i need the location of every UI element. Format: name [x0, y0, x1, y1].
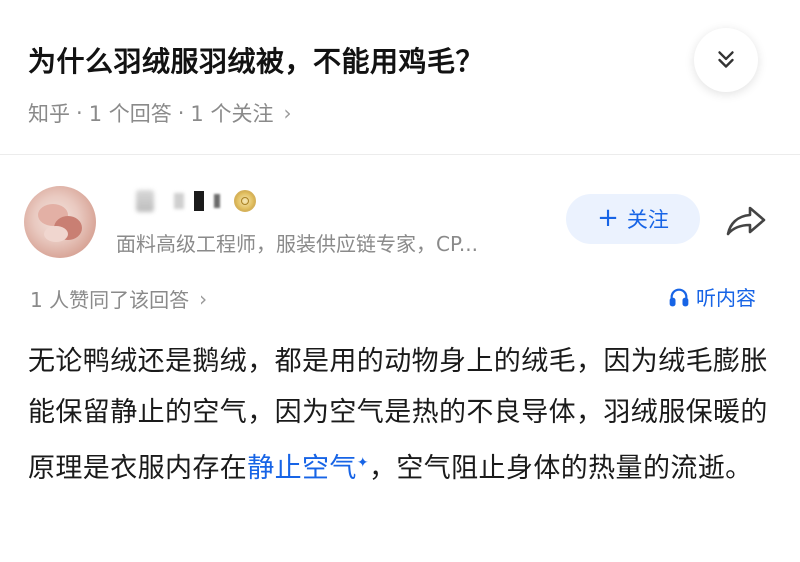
- answer-page: 为什么羽绒服羽绒被，不能用鸡毛？ 知乎 · 1 个回答 · 1 个关注 › 面料…: [0, 0, 800, 562]
- author-bio: 面料高级工程师，服装供应链专家，CP...: [116, 232, 478, 256]
- answer-text-part: ，空气阻止身体的热量的流逝。: [368, 453, 753, 484]
- answer-count: 1 个回答: [88, 102, 172, 126]
- listen-label: 听内容: [696, 286, 756, 310]
- chevron-right-icon: ›: [283, 101, 292, 125]
- blurred-name-segment: [136, 190, 154, 212]
- question-meta[interactable]: 知乎 · 1 个回答 · 1 个关注 ›: [28, 98, 291, 128]
- follow-label: 关注: [626, 208, 669, 232]
- vote-count: 1 人赞同了该回答: [30, 288, 190, 312]
- double-chevron-down-icon: [718, 51, 734, 68]
- question-title[interactable]: 为什么羽绒服羽绒被，不能用鸡毛？: [28, 40, 484, 80]
- keyword-link[interactable]: 静止空气: [247, 453, 357, 484]
- medal-badge-icon[interactable]: [234, 190, 256, 212]
- blurred-name-segment: [194, 191, 204, 211]
- headphones-icon: [669, 288, 689, 306]
- avatar[interactable]: [24, 186, 96, 258]
- meta-separator: ·: [177, 101, 185, 125]
- vote-summary[interactable]: 1 人赞同了该回答 ›: [30, 284, 207, 313]
- answer-body: 无论鸭绒还是鹅绒，都是用的动物身上的绒毛，因为绒毛膨胀能保留静止的空气，因为空气…: [28, 336, 780, 494]
- question-source: 知乎: [28, 102, 70, 126]
- blurred-name-segment: [214, 194, 220, 208]
- section-divider: [0, 154, 800, 166]
- author-name-blurred[interactable]: [136, 190, 256, 212]
- blurred-name-segment: [174, 193, 184, 209]
- follower-count: 1 个关注: [190, 102, 274, 126]
- listen-button[interactable]: 听内容: [668, 282, 756, 311]
- collapse-button[interactable]: [694, 28, 758, 92]
- share-arrow-icon[interactable]: [724, 200, 768, 240]
- meta-separator: ·: [76, 101, 83, 125]
- sparkle-icon: ✦: [356, 455, 369, 471]
- chevron-right-icon: ›: [199, 286, 208, 311]
- plus-icon: +: [597, 203, 619, 233]
- follow-button[interactable]: + 关注: [566, 194, 700, 244]
